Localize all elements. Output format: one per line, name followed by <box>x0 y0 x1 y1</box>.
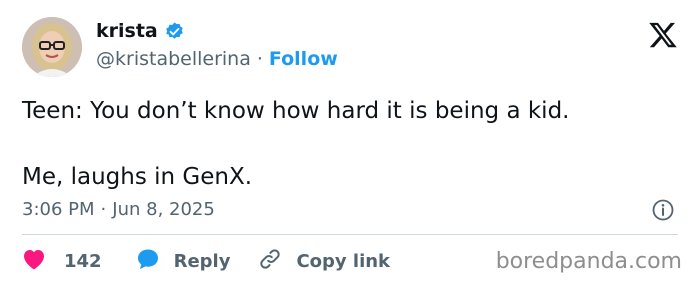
action-bar: 142 Reply Copy link <box>22 248 390 274</box>
author-name-row: krista <box>96 20 185 42</box>
handle-row: @kristabellerina · Follow <box>96 48 338 70</box>
verified-badge-icon <box>164 21 185 42</box>
info-icon[interactable] <box>652 199 674 221</box>
divider <box>22 234 678 235</box>
follow-button[interactable]: Follow <box>269 48 338 70</box>
tweet-line: Teen: You don’t know how hard it is bein… <box>22 98 570 124</box>
copy-link-button[interactable]: Copy link <box>258 247 390 276</box>
link-icon <box>258 247 282 276</box>
tweet-line: Me, laughs in GenX. <box>22 164 253 190</box>
tweet-date: Jun 8, 2025 <box>112 199 215 220</box>
reply-button[interactable]: Reply <box>136 247 231 276</box>
like-count: 142 <box>64 250 102 272</box>
watermark: boredpanda.com <box>495 249 682 274</box>
copy-link-label: Copy link <box>296 250 391 272</box>
tweet-time: 3:06 PM <box>22 199 95 220</box>
display-name[interactable]: krista <box>96 20 158 42</box>
avatar[interactable] <box>22 17 82 77</box>
like-button[interactable]: 142 <box>22 248 102 275</box>
reply-bubble-icon <box>136 247 160 276</box>
reply-label: Reply <box>173 250 231 272</box>
handle-separator: · <box>256 48 263 70</box>
tweet-text: Teen: You don’t know how hard it is bein… <box>22 95 569 194</box>
timestamp-separator: · <box>100 199 107 220</box>
tweet-timestamp[interactable]: 3:06 PM · Jun 8, 2025 <box>22 199 215 220</box>
heart-icon <box>22 248 46 275</box>
handle[interactable]: @kristabellerina <box>96 48 251 70</box>
x-logo-icon[interactable] <box>648 20 678 50</box>
